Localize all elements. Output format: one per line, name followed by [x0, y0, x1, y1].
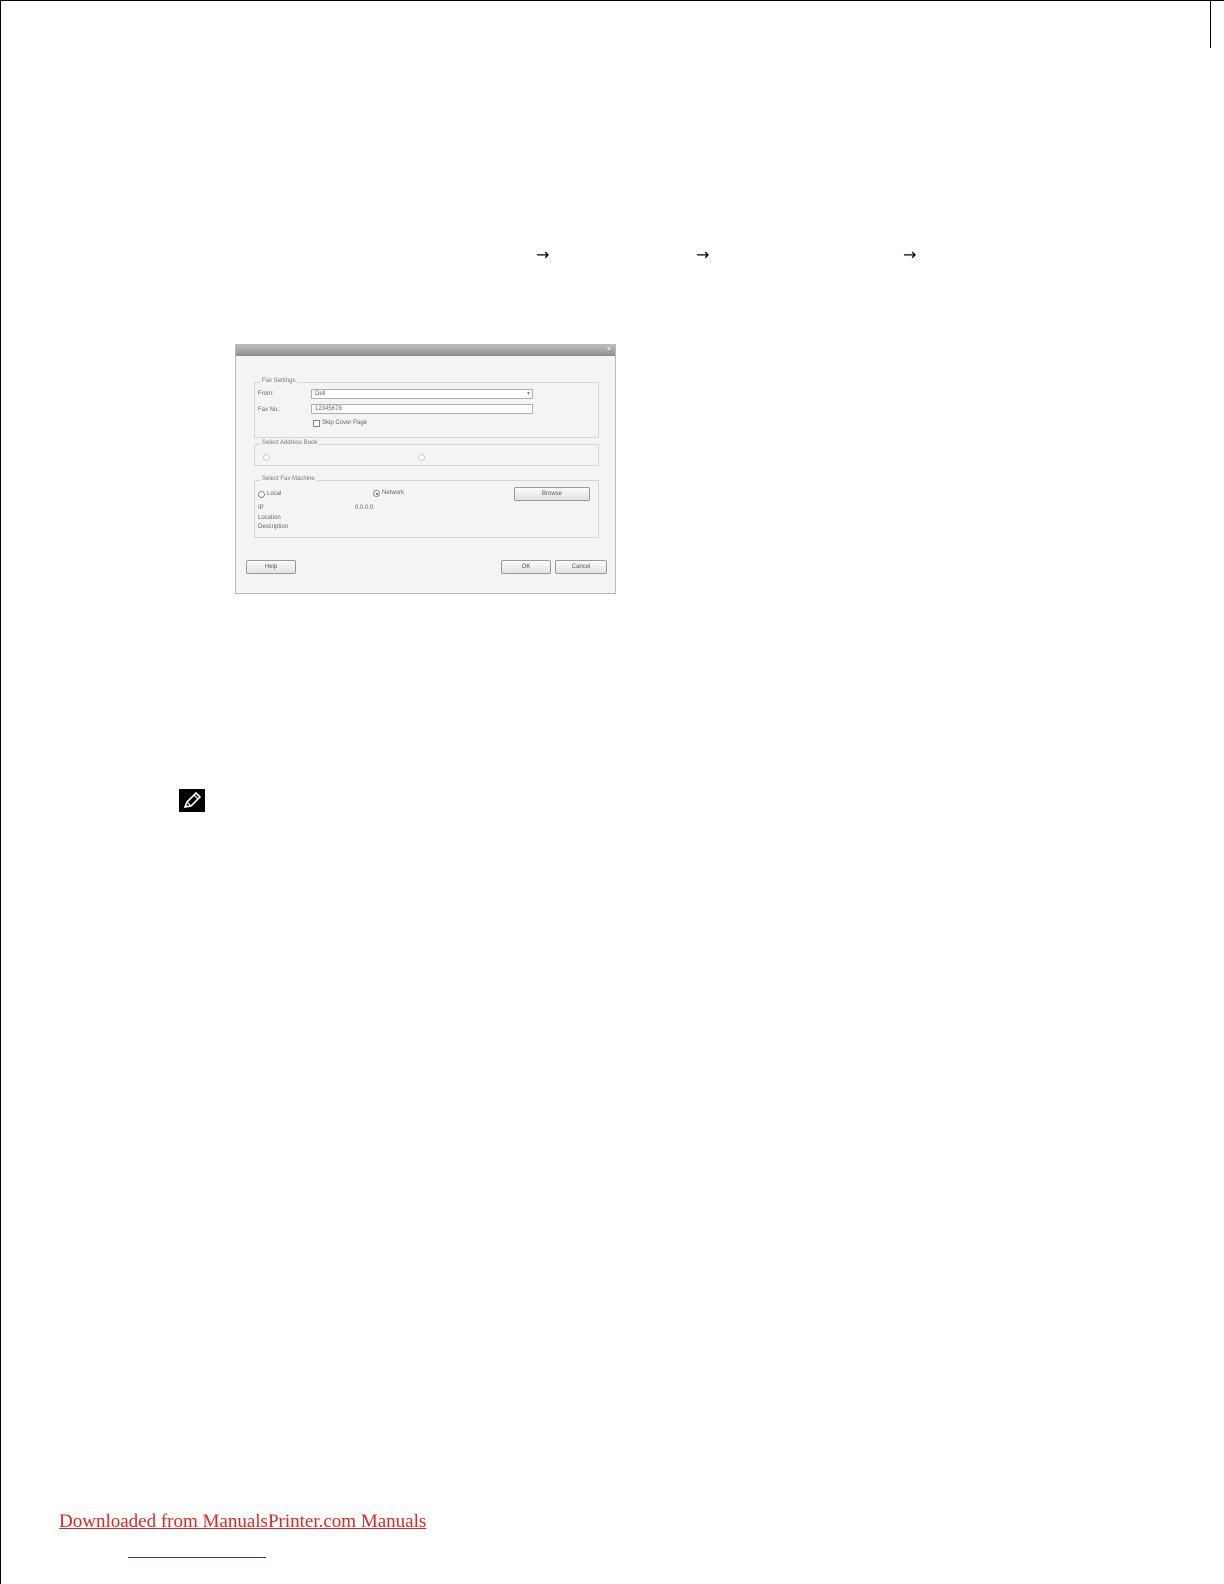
skip-cover-checkbox[interactable] — [313, 420, 320, 427]
address-book-label: Select Address Book — [260, 440, 320, 446]
fax-settings-group: Fax Settings From: Dell ▾ Fax No.: 12345… — [254, 378, 599, 438]
ip-label: IP — [258, 505, 264, 511]
cancel-button[interactable]: Cancel — [555, 560, 607, 574]
footer-rule — [128, 1557, 266, 1558]
network-radio[interactable] — [373, 490, 380, 497]
fax-settings-label: Fax Settings — [260, 378, 298, 384]
local-label: Local — [267, 491, 282, 497]
fax-no-label: Fax No.: — [258, 407, 281, 413]
from-value: Dell — [315, 391, 326, 397]
fax-machine-label: Select Fax Machine — [260, 476, 317, 482]
pencil-note-icon — [179, 789, 205, 812]
address-book-radio-right[interactable] — [418, 454, 425, 461]
fax-no-input[interactable]: 12345678 — [311, 404, 533, 414]
location-label: Location — [258, 515, 281, 521]
dialog-titlebar: × — [236, 345, 615, 356]
from-select[interactable]: Dell ▾ — [311, 389, 533, 399]
breadcrumb-arrow-3: → — [903, 245, 917, 264]
browse-button[interactable]: Browse — [514, 487, 590, 501]
page-border-top — [0, 0, 1224, 1]
description-label: Description — [258, 524, 289, 530]
fax-no-value: 12345678 — [315, 406, 342, 412]
fax-dialog-screenshot: × Fax Settings From: Dell ▾ Fax No.: 123… — [235, 344, 616, 594]
page-border-left — [0, 0, 1, 1584]
close-icon[interactable]: × — [607, 346, 611, 353]
ip-value: 0.0.0.0 — [355, 505, 374, 511]
from-label: From: — [258, 391, 274, 397]
network-label: Network — [382, 490, 405, 496]
breadcrumb-arrow-2: → — [696, 245, 710, 264]
ok-button[interactable]: OK — [501, 560, 551, 574]
page-border-right — [1210, 0, 1211, 48]
footer-download-link[interactable]: Downloaded from ManualsPrinter.com Manua… — [59, 1511, 426, 1533]
local-radio[interactable] — [258, 491, 265, 498]
help-button[interactable]: Help — [246, 560, 296, 574]
chevron-down-icon: ▾ — [526, 391, 530, 397]
fax-machine-group: Select Fax Machine Local Network Browse … — [254, 476, 599, 538]
skip-cover-label: Skip Cover Page — [322, 420, 368, 426]
address-book-group: Select Address Book — [254, 440, 599, 466]
breadcrumb-arrow-1: → — [536, 245, 550, 264]
address-book-radio-left[interactable] — [263, 454, 270, 461]
